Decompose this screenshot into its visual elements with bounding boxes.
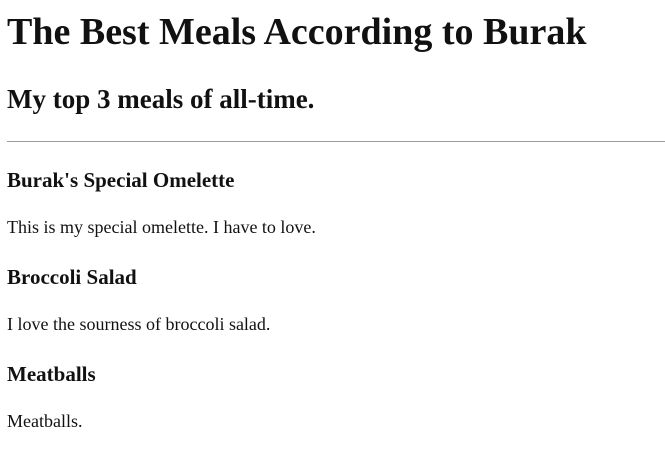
page: The Best Meals According to Burak My top…	[0, 0, 665, 470]
meal-description-omelette: This is my special omelette. I have to l…	[7, 217, 316, 237]
meal-description-meatballs: Meatballs.	[7, 411, 83, 431]
meal-title-broccoli-salad: Broccoli Salad	[7, 265, 137, 289]
meal-description-broccoli-salad: I love the sourness of broccoli salad.	[7, 314, 271, 334]
meal-title-meatballs: Meatballs	[7, 362, 96, 386]
divider	[7, 141, 665, 142]
page-title: The Best Meals According to Burak	[7, 11, 587, 53]
meal-title-omelette: Burak's Special Omelette	[7, 168, 235, 192]
page-subtitle: My top 3 meals of all-time.	[7, 84, 315, 114]
